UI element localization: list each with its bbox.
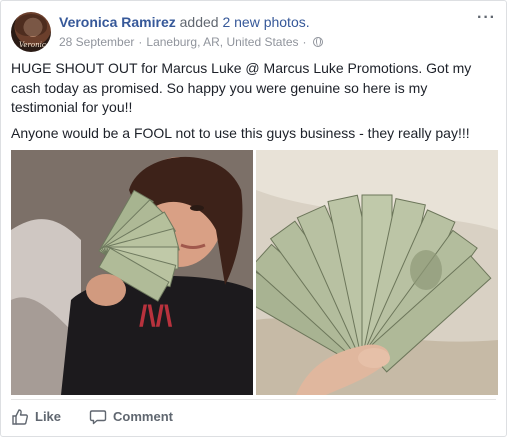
avatar-hair [15, 14, 47, 36]
header-text: Veronica Ramirez added 2 new photos. 28 … [59, 13, 456, 50]
post-card: Veronica Veronica Ramirez added 2 new ph… [0, 0, 507, 437]
comment-label: Comment [113, 409, 173, 424]
action-text: added [179, 14, 219, 30]
woman-holding-cash-illustration: /\/\ [11, 150, 253, 395]
post-text: HUGE SHOUT OUT for Marcus Luke @ Marcus … [11, 59, 498, 149]
more-options-icon[interactable]: ··· [477, 10, 496, 26]
avatar-watermark: Veronica [19, 41, 50, 49]
globe-icon[interactable] [312, 37, 323, 47]
fanned-bills-illustration [256, 150, 498, 395]
comment-icon [89, 409, 107, 424]
post-actions: Like Comment [11, 399, 496, 429]
author-name-link[interactable]: Veronica Ramirez [59, 14, 176, 30]
post-text-paragraph: Anyone would be a FOOL not to use this g… [11, 124, 470, 141]
post-header: Veronica Veronica Ramirez added 2 new ph… [11, 10, 496, 54]
location-link[interactable]: Laneburg, AR, United States [146, 34, 298, 50]
photo-grid: /\/\ [11, 150, 498, 395]
like-button[interactable]: Like [11, 404, 61, 426]
svg-text:/\/\: /\/\ [139, 300, 173, 333]
thumbs-up-icon [12, 408, 28, 425]
header-title: Veronica Ramirez added 2 new photos. [59, 13, 456, 31]
photos-link[interactable]: 2 new photos. [222, 14, 309, 30]
hand-holding-fanned-bills-photo[interactable] [256, 150, 498, 395]
post-meta: 28 September · Laneburg, AR, United Stat… [59, 34, 456, 50]
post-date-link[interactable]: 28 September [59, 34, 134, 50]
meta-separator: · [138, 35, 143, 49]
comment-button[interactable]: Comment [89, 404, 173, 426]
woman-holding-cash-photo[interactable]: /\/\ [11, 150, 253, 395]
post-text-paragraph: HUGE SHOUT OUT for Marcus Luke @ Marcus … [11, 60, 472, 115]
avatar[interactable]: Veronica [11, 12, 51, 52]
meta-separator: · [302, 35, 307, 49]
like-label: Like [35, 409, 62, 424]
